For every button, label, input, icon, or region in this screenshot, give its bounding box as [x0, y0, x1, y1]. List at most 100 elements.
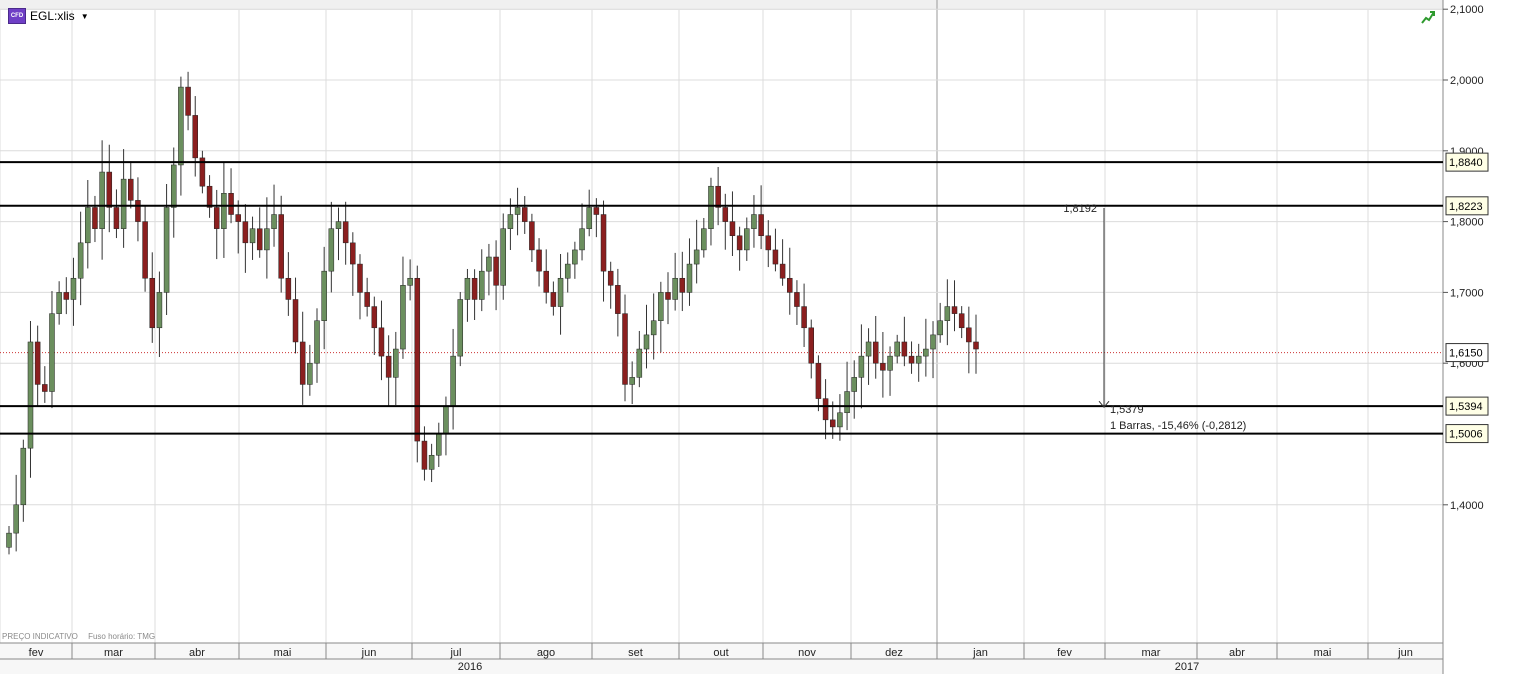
candle-body: [63, 292, 70, 300]
year-label: 2017: [1175, 661, 1199, 673]
candle-body: [865, 341, 872, 357]
candle-body: [350, 242, 356, 265]
candle-body: [973, 341, 979, 350]
candle-body: [92, 207, 98, 229]
candle-body: [328, 228, 335, 272]
candle-body: [966, 327, 972, 343]
candle-body: [779, 263, 786, 279]
price-tag-label: 1,5006: [1449, 429, 1483, 441]
symbol-selector[interactable]: CFD EGL:xlis ▼: [8, 8, 89, 24]
candle-body: [550, 292, 557, 307]
month-label: jun: [361, 647, 377, 659]
candle-body: [672, 277, 678, 300]
month-label: jun: [1397, 647, 1413, 659]
candle-body: [500, 228, 506, 286]
candle-body: [407, 277, 413, 286]
candle-body: [393, 348, 399, 378]
month-label: jul: [449, 647, 461, 659]
indicative-price-note: PREÇO INDICATIVO: [2, 632, 78, 641]
candle-body: [636, 348, 643, 378]
candle-body: [493, 256, 499, 286]
candle-body: [643, 334, 650, 350]
month-label: jan: [972, 647, 988, 659]
year-label: 2016: [458, 661, 482, 673]
price-tag-label: 1,8223: [1449, 201, 1483, 213]
candle-body: [908, 355, 915, 364]
candle-body: [49, 313, 55, 392]
month-label: nov: [798, 647, 816, 659]
candle-body: [428, 454, 435, 470]
measure-end-label: 1,5379: [1110, 404, 1144, 416]
candle-body: [758, 214, 764, 237]
candle-body: [822, 398, 829, 421]
candle-body: [507, 214, 514, 229]
candle-body: [901, 341, 908, 357]
candle-body: [321, 270, 327, 321]
candle-body: [99, 171, 105, 229]
month-label: dez: [885, 647, 903, 659]
y-tick-label: 1,4000: [1450, 500, 1484, 512]
candle-body: [385, 355, 392, 378]
candle-body: [593, 207, 600, 215]
top-band: [0, 0, 1443, 10]
candle-body: [915, 355, 922, 364]
candle-body: [586, 207, 592, 229]
candle-body: [579, 228, 585, 251]
candle-body: [829, 419, 836, 428]
candle-body: [213, 207, 220, 229]
candle-body: [314, 320, 320, 364]
candle-body: [70, 277, 77, 300]
candle-body: [170, 164, 177, 208]
candle-body: [128, 178, 134, 201]
candle-body: [457, 299, 464, 357]
caret-down-icon[interactable]: ▼: [81, 12, 89, 21]
candle-body: [557, 277, 564, 307]
candle-body: [156, 292, 163, 329]
candle-body: [622, 313, 628, 385]
month-label: fev: [1057, 647, 1072, 659]
y-tick-label: 1,8000: [1450, 217, 1484, 229]
candle-body: [851, 377, 857, 392]
month-label: mar: [104, 647, 123, 659]
candle-body: [42, 384, 48, 392]
candle-body: [751, 214, 757, 229]
candle-body: [686, 263, 693, 293]
candle-body: [650, 320, 657, 336]
candle-body: [880, 362, 886, 371]
candle-body: [736, 235, 743, 251]
candle-body: [543, 270, 549, 293]
candle-body: [235, 214, 241, 222]
candle-body: [951, 306, 958, 314]
candle-body: [923, 348, 929, 357]
candle-body: [113, 207, 120, 229]
candle-body: [937, 320, 943, 336]
candle-body: [858, 355, 865, 378]
candle-body: [722, 207, 729, 222]
candle-body: [77, 242, 84, 279]
month-label: mar: [1142, 647, 1161, 659]
symbol-name: EGL:xlis: [30, 9, 75, 23]
candle-body: [135, 200, 141, 222]
candle-body: [572, 249, 578, 265]
candle-body: [221, 193, 227, 229]
candle-body: [178, 86, 184, 166]
y-tick-label: 2,1000: [1450, 4, 1484, 16]
candle-body: [371, 306, 378, 329]
timezone-note: Fuso horário: TMG: [88, 632, 156, 641]
candle-body: [744, 228, 750, 251]
candle-body: [536, 249, 542, 272]
candle-body: [285, 277, 292, 300]
stock-chart[interactable]: fev mar abr mai jun jul ago set out nov dez jan fev m…: [0, 0, 1533, 674]
candle-body: [264, 228, 270, 251]
candle-body: [421, 440, 428, 470]
candle-body: [228, 193, 234, 215]
trend-arrow-icon[interactable]: [1420, 9, 1436, 25]
candle-body: [6, 532, 12, 548]
candle-body: [20, 447, 27, 506]
candle-body: [607, 270, 614, 286]
candle-body: [450, 355, 456, 406]
candle-body: [27, 341, 34, 449]
candle-body: [815, 362, 822, 399]
candle-body: [292, 299, 299, 343]
candle-body: [679, 277, 686, 293]
